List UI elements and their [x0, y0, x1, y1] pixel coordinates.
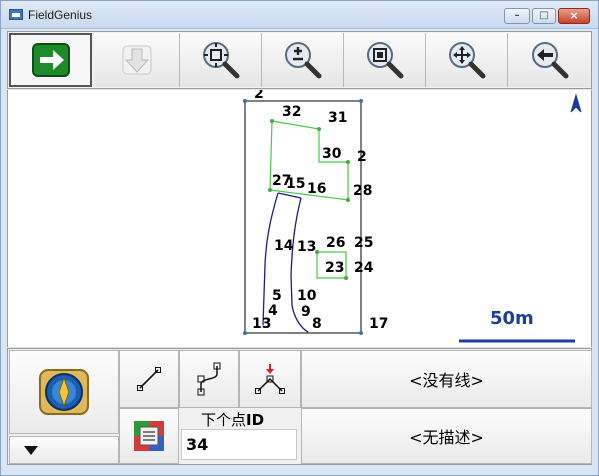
title-bar: FieldGenius – □ × [1, 1, 598, 29]
point-label-8: 8 [312, 316, 322, 332]
point-label-10: 10 [297, 288, 317, 304]
north-arrow-icon [570, 93, 582, 113]
survey-point [346, 160, 350, 164]
boundary-corner-point [359, 331, 363, 335]
point-label-5: 5 [272, 288, 282, 304]
zoom-previous-button[interactable] [508, 33, 591, 87]
point-label-13: 13 [297, 239, 316, 255]
point-label-25: 25 [354, 235, 373, 251]
zoom-back-icon [531, 42, 568, 79]
point-label-17: 17 [369, 316, 388, 332]
scale-bar-label: 50m [490, 308, 534, 329]
pan-move-icon [448, 42, 485, 79]
point-label-2-right: 2 [357, 149, 367, 165]
line-tool-icon [137, 367, 161, 391]
zoom-extents-icon [202, 42, 239, 79]
point-label-32: 32 [282, 104, 301, 120]
bottom-panel: <没有线> <无描述> [7, 348, 592, 465]
zoom-window-icon [366, 42, 403, 79]
zoom-in-out-button[interactable] [262, 33, 344, 87]
map-drawing: 2 32 31 30 2 27 15 16 28 14 13 26 25 23 … [243, 90, 582, 343]
map-canvas[interactable]: 2 32 31 30 2 27 15 16 28 14 13 26 25 23 … [7, 90, 592, 347]
survey-point [344, 276, 348, 280]
pan-button[interactable] [426, 33, 508, 87]
boundary-corner-point [359, 99, 363, 103]
instrument-button[interactable] [9, 350, 119, 434]
next-point-label-suffix: ID [246, 411, 265, 429]
fieldgenius-window: FieldGenius – □ × 2 32 31 30 2 27 15 16 … [0, 0, 599, 476]
next-point-id-label: 下个点ID [201, 409, 264, 430]
zoom-extents-button[interactable] [180, 33, 262, 87]
code-list-button[interactable] [119, 408, 179, 464]
map-toolbar [7, 31, 592, 89]
window-title: FieldGenius [28, 8, 93, 22]
survey-point [317, 127, 321, 131]
curve-tool-button[interactable] [179, 350, 239, 408]
code-list-icon [134, 421, 164, 451]
maximize-icon: □ [539, 10, 549, 21]
next-arrow-button[interactable] [9, 33, 92, 87]
point-label-30: 30 [322, 146, 342, 162]
instrument-dropdown-button[interactable] [9, 436, 119, 464]
point-label-31: 31 [328, 110, 347, 126]
point-label-23: 23 [325, 260, 344, 276]
next-point-id-input[interactable]: 34 [181, 429, 297, 460]
point-label-28: 28 [353, 183, 372, 199]
app-icon [9, 9, 23, 20]
point-label-9: 9 [301, 304, 311, 320]
point-label-24: 24 [354, 260, 374, 276]
point-label-15: 15 [286, 176, 305, 192]
line-status-button[interactable]: <没有线> [301, 350, 592, 408]
curve-connect-tool-icon [197, 362, 221, 396]
survey-point [270, 119, 274, 123]
minimize-button[interactable]: – [504, 8, 530, 24]
boundary-corner-point [243, 99, 247, 103]
minimize-icon: – [514, 10, 520, 21]
point-label-2-top: 2 [254, 90, 264, 102]
gps-compass-icon [39, 369, 89, 415]
description-status-button[interactable]: <无描述> [301, 408, 592, 464]
survey-point [346, 198, 350, 202]
next-point-label-prefix: 下个点 [201, 411, 247, 429]
download-arrow-icon [122, 45, 151, 75]
point-label-14: 14 [274, 238, 294, 254]
close-button[interactable]: × [558, 8, 590, 24]
point-label-13-bottom: 13 [252, 316, 271, 332]
zoom-window-button[interactable] [344, 33, 426, 87]
point-label-16: 16 [307, 181, 326, 197]
line-tool-button[interactable] [119, 350, 179, 408]
point-label-26: 26 [326, 235, 345, 251]
right-arrow-icon [31, 43, 70, 77]
chevron-down-icon [24, 446, 38, 455]
maximize-button[interactable]: □ [532, 8, 556, 24]
download-button[interactable] [94, 33, 180, 87]
arc-point-tool-button[interactable] [239, 350, 301, 408]
zoom-plus-minus-icon [284, 42, 321, 79]
arc-point-tool-icon [255, 364, 285, 394]
close-icon: × [569, 9, 579, 22]
boundary-corner-point [243, 331, 247, 335]
